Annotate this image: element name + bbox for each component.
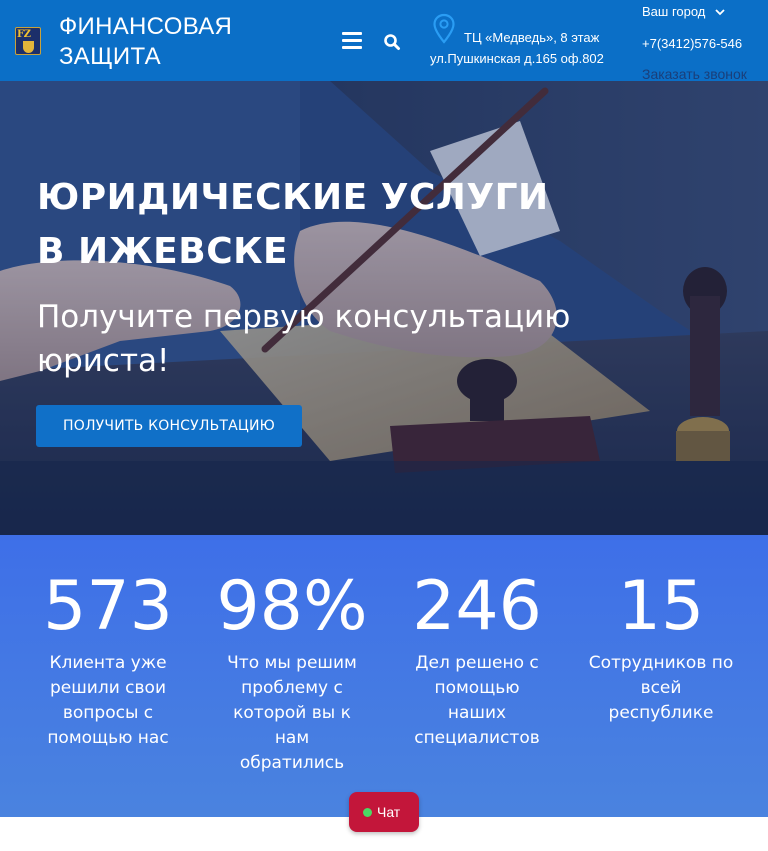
brand-name[interactable]: ФИНАНСОВАЯ ЗАЩИТА [59,12,232,72]
stats-section: 573 Клиента уже решили свои вопросы с по… [0,535,768,817]
stat-label: Клиента уже решили свои вопросы с помощь… [28,651,188,751]
address-line-1: ТЦ «Медведь», 8 этаж [464,30,600,45]
stat-label-line: Клиента уже [49,653,167,673]
stat-label-line: вопросы с [62,703,154,723]
stat-label: Что мы решим проблему с которой вы к нам… [212,651,372,776]
stat-label-line: помощью [434,678,520,698]
callback-link[interactable]: Заказать звонок [642,66,747,82]
stat-label-line: проблему с [241,678,343,698]
stat-label-line: Сотрудников по [588,653,734,673]
hamburger-menu-icon[interactable] [342,31,362,49]
stat-label: Дел решено с помощью наших специалистов [395,651,559,751]
search-icon[interactable] [383,33,401,51]
stat-label-line: наших [447,703,507,723]
stat-clients: 573 Клиента уже решили свои вопросы с по… [28,535,188,751]
stat-number: 15 [617,567,705,646]
stat-number: 246 [412,567,542,646]
phone-link[interactable]: +7(3412)576-546 [642,36,742,51]
hero-title-line-2: В ИЖЕВСКЕ [37,231,289,272]
stat-label-line: помощью нас [47,728,169,748]
stat-label: Сотрудников по всей республике [582,651,740,726]
logo-letters: FZ [17,29,31,40]
hero-banner: ЮРИДИЧЕСКИЕ УСЛУГИ В ИЖЕВСКЕ Получите пе… [0,81,768,535]
brand-line-1: ФИНАНСОВАЯ [59,13,233,40]
get-consultation-button[interactable]: ПОЛУЧИТЬ КОНСУЛЬТАЦИЮ [36,405,302,447]
stat-label-line: решили свои [50,678,166,698]
map-pin-icon [432,13,456,45]
stat-success-rate: 98% Что мы решим проблему с которой вы к… [212,535,372,776]
logo-shield-icon [23,41,34,53]
address-line-2: ул.Пушкинская д.165 оф.802 [430,51,604,66]
online-status-icon [363,808,372,817]
hero-subtitle-line-2: юриста! [37,343,170,379]
stat-label-line: всей [640,678,682,698]
hero-subtitle: Получите первую консультацию юриста! [37,295,597,383]
hero-title: ЮРИДИЧЕСКИЕ УСЛУГИ В ИЖЕВСКЕ [37,171,577,279]
chevron-down-icon [715,9,725,16]
stat-number: 573 [43,567,173,646]
stat-employees: 15 Сотрудников по всей республике [582,535,740,726]
chat-button[interactable]: Чат [349,792,419,832]
stat-number: 98% [216,567,368,646]
hero-subtitle-line-1: Получите первую консультацию [37,299,571,335]
logo-icon[interactable]: FZ [15,27,41,55]
stat-label-line: нам [274,728,310,748]
city-selector[interactable]: Ваш город [642,4,725,19]
brand-line-2: ЗАЩИТА [59,43,161,70]
stat-label-line: которой вы к [233,703,351,723]
stat-label-line: Что мы решим [227,653,357,673]
city-label: Ваш город [642,4,706,19]
stat-label-line: республике [608,703,714,723]
site-header: FZ ФИНАНСОВАЯ ЗАЩИТА ТЦ «Медведь», 8 эта… [0,0,768,82]
stat-label-line: Дел решено с [415,653,539,673]
stat-cases: 246 Дел решено с помощью наших специалис… [395,535,559,751]
stat-label-line: обратились [239,753,345,773]
chat-label: Чат [377,804,401,820]
hero-title-line-1: ЮРИДИЧЕСКИЕ УСЛУГИ [37,177,549,218]
stat-label-line: специалистов [414,728,540,748]
